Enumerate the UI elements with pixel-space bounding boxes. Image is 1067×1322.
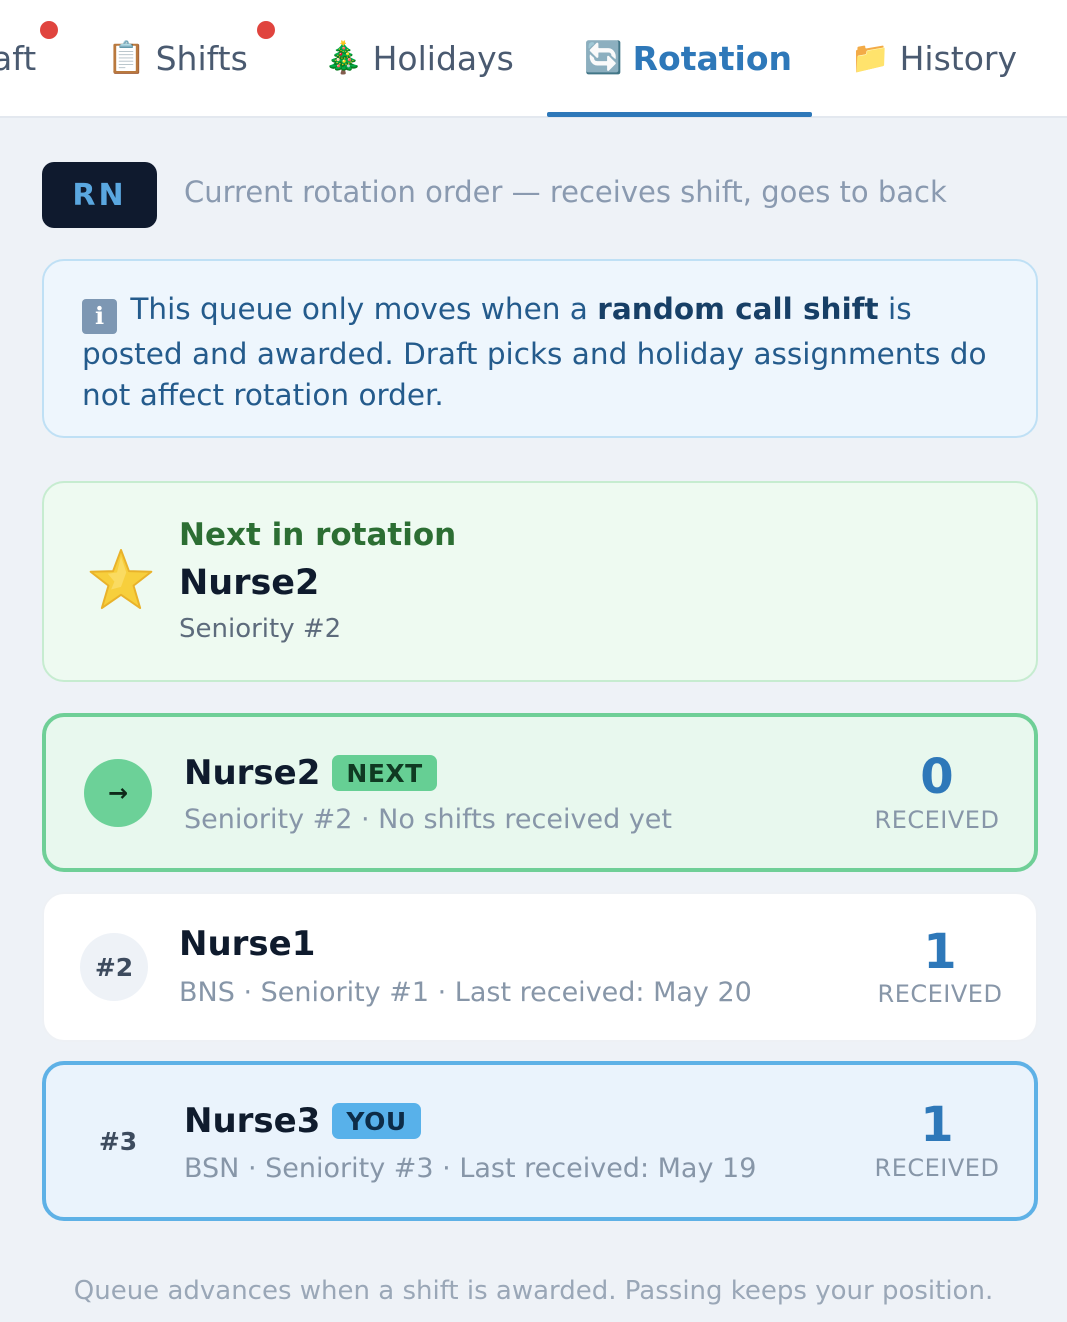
nurse-name: Nurse1 [179,924,316,964]
active-tab-indicator [547,112,812,117]
rotate-arrows-icon: 🔄 [584,39,623,76]
info-banner: ℹ This queue only moves when a random ca… [42,259,1038,438]
received-label: RECEIVED [874,806,1000,834]
tab-shifts[interactable]: 📋 Shifts [107,0,248,116]
tab-label: Holidays [372,38,514,78]
rotation-description: Current rotation order — receives shift,… [184,175,947,209]
rotation-row[interactable]: #3 Nurse3 YOU BSN · Seniority #3 · Last … [42,1061,1038,1221]
nurse-details: Seniority #2 · No shifts received yet [184,804,672,835]
nurse-name-wrap: Nurse3 YOU [184,1101,421,1141]
tab-label: aft [0,38,37,78]
next-nurse-seniority: Seniority #2 [179,614,342,644]
folder-icon: 📁 [851,39,890,76]
next-label: Next in rotation [179,517,457,553]
tab-label: Rotation [632,38,792,78]
notification-dot [257,21,275,39]
received-count: 1 [923,924,957,980]
received-label: RECEIVED [874,1154,1000,1182]
tab-label: History [899,38,1018,78]
nurse-details: BSN · Seniority #3 · Last received: May … [184,1153,757,1184]
notification-dot [40,21,58,39]
next-nurse-name: Nurse2 [179,563,320,603]
next-in-rotation-card: Next in rotation Nurse2 Seniority #2 [42,481,1038,682]
tab-bar: aft 📋 Shifts 🎄 Holidays 🔄 Rotation 📁 His… [0,0,1067,118]
tab-label: Shifts [155,38,248,78]
received-count: 0 [920,749,954,805]
received-label: RECEIVED [877,980,1003,1008]
next-badge: NEXT [332,755,437,791]
nurse-name: Nurse2 [184,753,321,793]
info-text-bold: random call shift [597,292,879,326]
tab-draft[interactable]: aft [0,0,36,116]
position-number: #3 [98,1126,138,1156]
tab-holidays[interactable]: 🎄 Holidays [324,0,514,116]
role-badge: RN [42,162,157,228]
arrow-right-icon: → [84,759,152,827]
nurse-name-wrap: Nurse1 [179,924,315,964]
clipboard-icon: 📋 [107,39,146,76]
nurse-name: Nurse3 [184,1101,321,1141]
nurse-details: BNS · Seniority #1 · Last received: May … [179,977,752,1008]
rotation-row[interactable]: #2 Nurse1 BNS · Seniority #1 · Last rece… [42,892,1038,1042]
you-badge: YOU [332,1103,421,1139]
christmas-tree-icon: 🎄 [324,39,363,76]
star-icon [89,548,153,610]
nurse-name-wrap: Nurse2 NEXT [184,753,437,793]
info-icon: ℹ [82,299,117,334]
tab-rotation[interactable]: 🔄 Rotation [584,0,792,116]
received-count: 1 [920,1097,954,1153]
position-number: #2 [80,933,148,1001]
tab-history[interactable]: 📁 History [851,0,1017,116]
footer-note: Queue advances when a shift is awarded. … [73,1276,994,1306]
rotation-row[interactable]: → Nurse2 NEXT Seniority #2 · No shifts r… [42,713,1038,872]
info-text-before: This queue only moves when a [130,292,598,326]
